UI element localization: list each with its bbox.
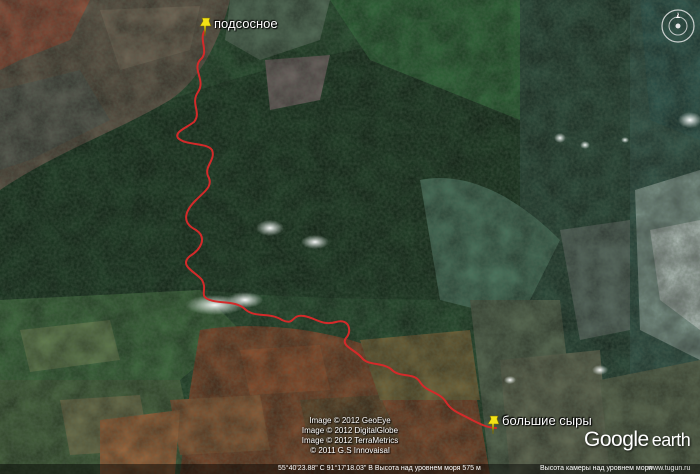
map-view[interactable]: N подсосное большие сыры Image © 2012 Ge… [0,0,700,474]
svg-text:N: N [676,13,680,19]
start-location-label[interactable]: подсосное [214,16,278,31]
watermark: www.tugun.ru [648,465,691,472]
google-earth-logo: Google earth [584,428,691,452]
compass-icon[interactable]: N [660,8,696,44]
status-bar: 55°40'23.88" С 91°17'18.03" В Высота над… [0,464,700,474]
satellite-imagery[interactable] [0,0,700,474]
attribution-line: Image © 2012 GeoEye [309,416,391,425]
logo-google-text: Google [584,428,649,451]
pushpin-icon[interactable] [198,16,214,38]
logo-earth-text: earth [651,430,691,450]
camera-altitude: Высота камеры над уровнем моря [540,465,653,472]
pointer-coordinates: 55°40'23.88" С 91°17'18.03" В Высота над… [278,465,481,472]
